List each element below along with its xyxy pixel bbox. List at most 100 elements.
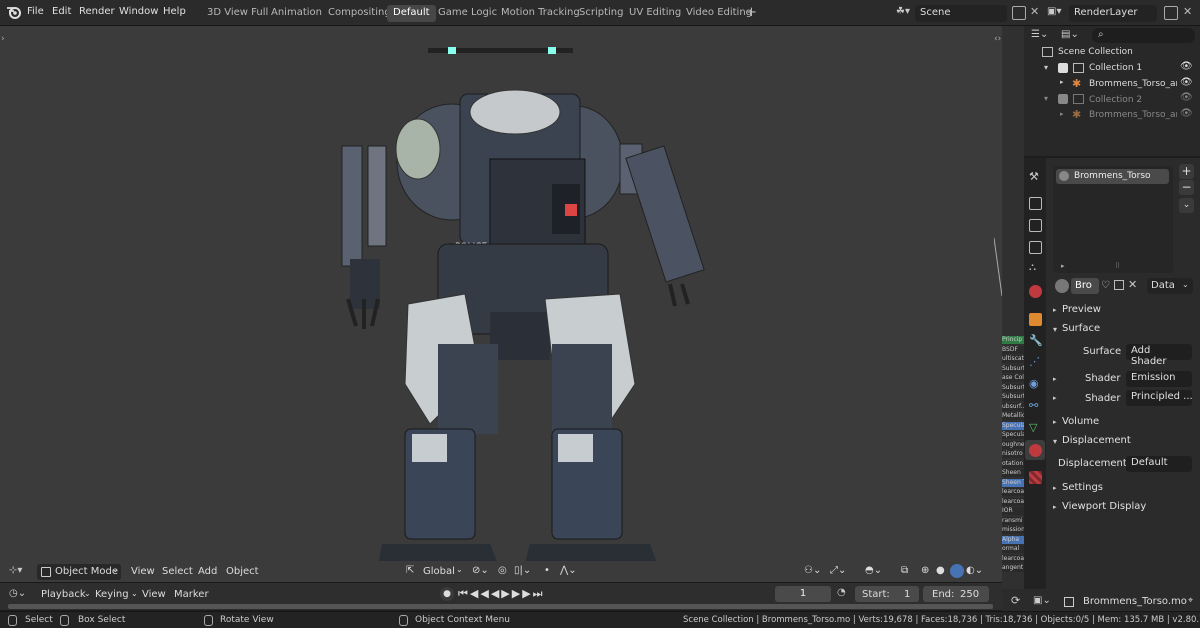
view-layer-icon[interactable]: ▣▾ [1047,6,1061,17]
current-frame-field[interactable]: 1 [775,586,831,602]
checkbox-icon[interactable] [1058,94,1068,104]
sidebar-expand-icon[interactable]: ‹› [994,34,1001,44]
surface-shader-field[interactable]: Add Shader [1126,344,1192,367]
timeline-scrollbar[interactable] [8,604,993,609]
pivot-point-icon[interactable]: ⊘⌄ [472,565,489,581]
expand-arrow-icon[interactable]: ▾ [1044,94,1048,103]
menu-select[interactable]: Select [162,566,193,582]
timeline-editor-icon[interactable]: ◷⌄ [9,588,26,599]
editor-type-icon[interactable]: ⊹▾ [9,565,22,576]
pin-toggle-icon[interactable]: ⌖ [1188,596,1193,606]
material-name-field[interactable]: Bro [1071,278,1099,294]
expand-arrow-icon[interactable]: ▸ [1061,262,1065,270]
physics-tab-icon[interactable]: ◉ [1029,377,1039,390]
tab-game-logic[interactable]: Game Logic [432,5,503,22]
scene-selector-icon[interactable]: ☘▾ [896,6,910,17]
collapse-arrow-icon[interactable]: ▾ [1053,325,1057,334]
checkbox-icon[interactable] [1058,63,1068,73]
playback-controls-icon[interactable]: ⏮◀◀◀▶▶▶⏭ [458,587,545,601]
expand-arrow-icon[interactable]: ▸ [1060,78,1064,86]
outliner-item-armature-1[interactable]: Brommens_Torso_arm [1089,79,1177,89]
render-tab-icon[interactable] [1029,197,1042,210]
collapse-arrow-icon[interactable]: ▾ [1053,437,1057,446]
menu-edit[interactable]: Edit [52,6,71,17]
output-tab-icon[interactable] [1029,219,1042,232]
duplicate-material-icon[interactable] [1114,280,1124,290]
displacement-field[interactable]: Default [1126,456,1192,472]
overlays-icon[interactable]: ◓⌄ [865,565,882,581]
expand-arrow-icon[interactable]: ▸ [1060,110,1064,118]
blender-logo-icon[interactable] [6,5,22,19]
menu-marker[interactable]: Marker [174,589,209,600]
tool-tab-icon[interactable]: ⚒ [1029,170,1039,183]
world-tab-icon[interactable] [1029,285,1042,298]
panel-surface-header[interactable]: Surface [1062,323,1100,334]
eye-icon[interactable]: 👁 [1180,108,1193,119]
slot-specials-icon[interactable]: ⌄ [1179,198,1194,213]
outliner-item-armature-2[interactable]: Brommens_Torso_arm [1089,110,1177,120]
proportional-edit-icon[interactable]: • [544,565,550,581]
unlink-material-icon[interactable]: ✕ [1128,278,1137,291]
panel-volume-header[interactable]: Volume [1062,416,1099,427]
object-tab-icon[interactable] [1029,313,1042,326]
panel-displacement-header[interactable]: Displacement [1062,435,1131,446]
material-browse-icon[interactable] [1055,279,1069,293]
toolbar-expand-icon[interactable]: › [1,34,5,44]
menu-keying[interactable]: Keying [95,589,129,600]
tab-compositing[interactable]: Compositing [322,5,397,22]
properties-editor-icon[interactable]: ▣⌄ [1033,595,1051,606]
delete-view-layer-icon[interactable]: ✕ [1183,5,1192,18]
falloff-icon[interactable]: ⋀⌄ [560,565,577,581]
remove-slot-button[interactable]: − [1179,180,1194,195]
solid-shading-icon[interactable]: ● [936,565,945,581]
outliner-item-collection-2[interactable]: Collection 2 [1089,95,1142,105]
data-tab-icon[interactable]: ▽ [1029,421,1037,434]
panel-preview-header[interactable]: Preview [1062,304,1101,315]
pin-icon[interactable]: ⟳ [1011,594,1020,607]
resize-handle-icon[interactable]: ⠿ [1115,262,1120,270]
new-scene-icon[interactable] [1012,6,1026,20]
eye-icon[interactable]: 👁 [1180,61,1193,72]
record-icon[interactable]: ● [440,587,454,601]
material-tab-icon[interactable] [1029,444,1042,457]
add-workspace-icon[interactable]: + [746,5,757,20]
material-shading-icon[interactable] [950,564,964,578]
texture-tab-icon[interactable] [1029,471,1042,484]
view-layer-tab-icon[interactable] [1029,241,1042,254]
expand-arrow-icon[interactable]: ▸ [1053,394,1057,402]
visibility-icon[interactable]: ⚇⌄ [804,565,821,581]
scene-collection-label[interactable]: Scene Collection [1058,47,1133,57]
collapse-arrow-icon[interactable]: ▸ [1053,503,1057,511]
rendered-shading-icon[interactable]: ◐⌄ [966,565,983,581]
fake-user-icon[interactable]: ♡ [1101,280,1110,291]
scene-name-field[interactable]: Scene [915,5,1007,22]
scene-tab-icon[interactable]: ⛬ [1029,262,1036,273]
shader-2-field[interactable]: Principled ... [1126,390,1192,406]
orientation-dropdown[interactable]: Global [423,566,455,582]
add-slot-button[interactable]: + [1179,164,1194,179]
shader-1-field[interactable]: Emission [1126,371,1192,387]
menu-file[interactable]: File [27,6,44,17]
gizmo-icon[interactable]: ⤢⌄ [830,565,846,581]
robot-mech-model[interactable]: POLICE [320,44,720,574]
collapse-arrow-icon[interactable]: ▸ [1053,418,1057,426]
tab-animation[interactable]: Animation [265,5,328,22]
menu-view[interactable]: View [131,566,155,582]
collapse-arrow-icon[interactable]: ▸ [1053,484,1057,492]
tab-3d-view-full[interactable]: 3D View Full [201,5,274,22]
menu-object[interactable]: Object [226,566,259,582]
panel-settings-header[interactable]: Settings [1062,482,1103,493]
wireframe-shading-icon[interactable]: ⊕ [921,565,929,581]
modifier-tab-icon[interactable]: 🔧 [1029,334,1043,347]
menu-timeline-view[interactable]: View [142,589,166,600]
snap-icon[interactable]: ◎ [498,565,507,581]
expand-arrow-icon[interactable]: ▾ [1044,63,1048,72]
outliner-search-input[interactable] [1092,28,1195,43]
expand-arrow-icon[interactable]: ▸ [1053,375,1057,383]
tab-default[interactable]: Default [387,5,436,22]
constraints-tab-icon[interactable]: ⚯ [1029,399,1038,412]
outliner-item-collection-1[interactable]: Collection 1 [1089,63,1142,73]
tab-uv-editing[interactable]: UV Editing [623,5,687,22]
menu-add[interactable]: Add [198,566,217,582]
eye-icon[interactable]: 👁 [1180,92,1193,103]
